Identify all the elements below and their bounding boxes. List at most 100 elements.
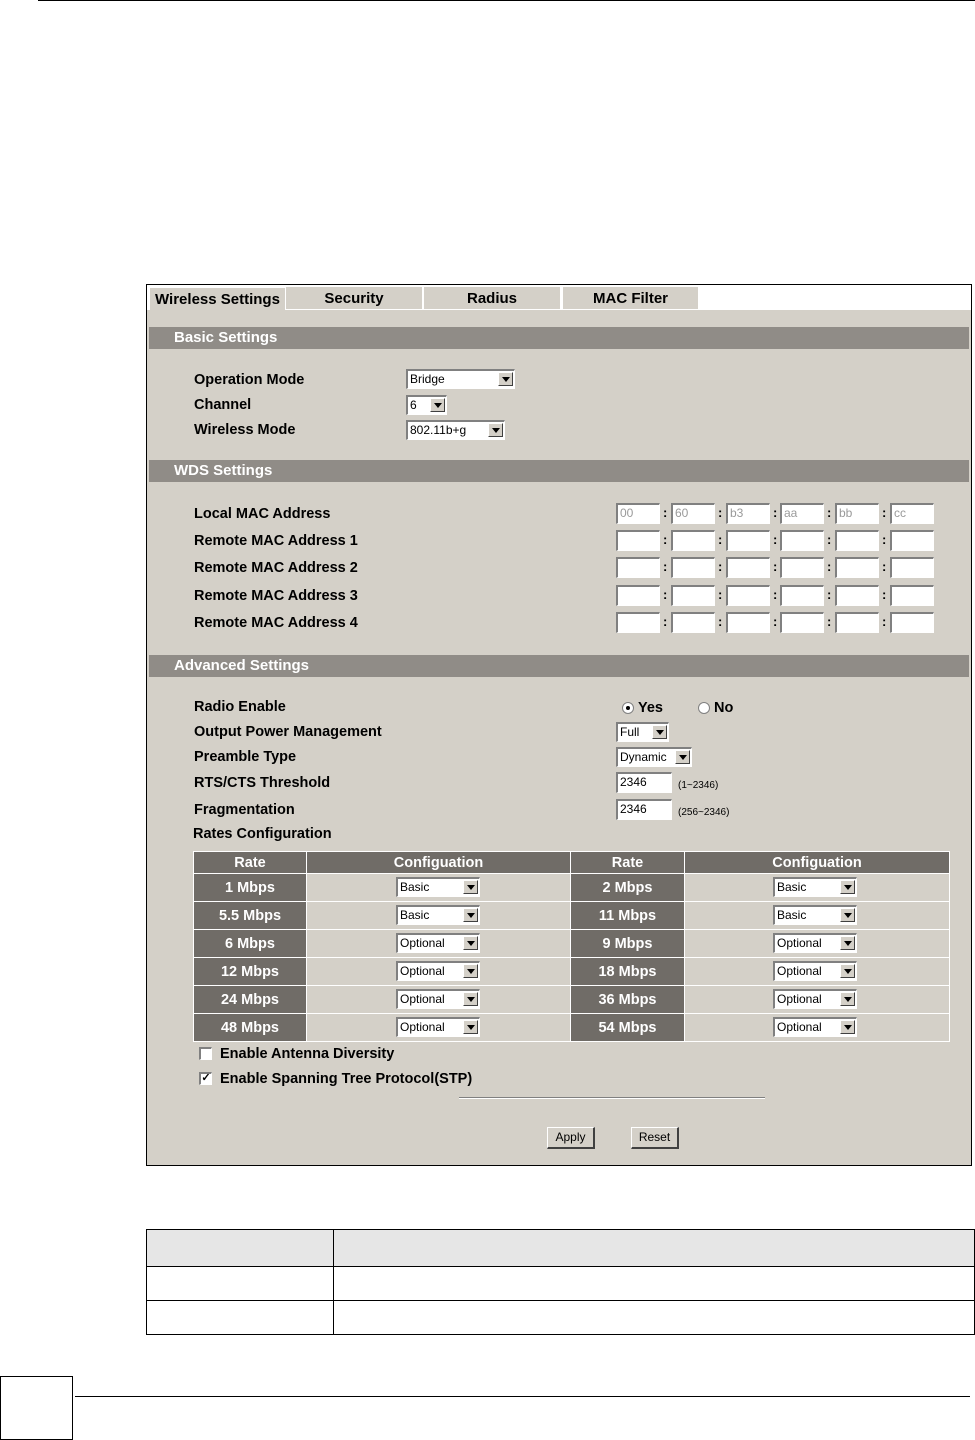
remote-mac-1-octet-field[interactable] [780,530,824,551]
rate-config-select[interactable]: Optional [773,1017,857,1037]
remote-mac-4-octet-field[interactable] [780,612,824,633]
operation-mode-select[interactable]: Bridge [406,369,515,389]
tab-mac-filter[interactable]: MAC Filter [563,287,698,309]
config-cell: Optional [306,957,571,986]
rate-config-select[interactable]: Optional [773,989,857,1009]
radio-yes[interactable] [622,702,634,714]
remote-mac-4-octet-field[interactable] [671,612,715,633]
rate-config-value: Optional [400,992,445,1006]
rate-header: Rate [570,851,685,874]
rates-config-label: Rates Configuration [193,826,332,842]
local-mac-octet-field[interactable]: b3 [726,503,770,524]
rate-config-select[interactable]: Optional [396,961,480,981]
remote-mac-2-octet-field[interactable] [671,557,715,578]
remote-mac-1-octet-field[interactable] [616,530,660,551]
rate-config-select[interactable]: Optional [773,961,857,981]
remote-mac-2-octet-field[interactable] [780,557,824,578]
rate-cell: 9 Mbps [570,929,685,958]
fragmentation-input[interactable]: 2346 [616,799,672,820]
chevron-down-icon [463,992,478,1006]
mac-separator: : [718,532,723,547]
rate-config-value: Optional [777,1020,822,1034]
rate-config-select[interactable]: Basic [773,905,857,925]
radio-no[interactable] [698,702,710,714]
rts-input[interactable]: 2346 [616,772,672,793]
rate-config-select[interactable]: Basic [396,877,480,897]
rate-config-select[interactable]: Optional [396,989,480,1009]
chevron-down-icon [840,964,855,978]
apply-button[interactable]: Apply [547,1127,595,1149]
remote-mac-3-octet-field[interactable] [726,585,770,606]
local-mac-octet-field[interactable]: bb [835,503,879,524]
local-mac-octet-field[interactable]: 00 [616,503,660,524]
local-mac-octet-field[interactable]: aa [780,503,824,524]
remote-mac-4-octet-field[interactable] [890,612,934,633]
stp-checkbox[interactable]: ✓ [199,1072,212,1085]
section-wds-settings: WDS Settings [149,460,969,482]
remote-mac-3-octet-field[interactable] [890,585,934,606]
fragmentation-label: Fragmentation [194,802,295,818]
remote-mac-1-octet-field[interactable] [671,530,715,551]
output-power-label: Output Power Management [194,724,382,740]
rts-hint: (1~2346) [678,780,719,791]
tab-security[interactable]: Security [286,287,422,309]
mac-separator: : [882,532,887,547]
remote-mac-3-octet-field[interactable] [780,585,824,606]
remote-mac-1-octet-field[interactable] [890,530,934,551]
mac-separator: : [773,505,778,520]
mac-separator: : [718,505,723,520]
reset-button[interactable]: Reset [631,1127,679,1149]
rate-config-select[interactable]: Basic [773,877,857,897]
mac-separator: : [882,614,887,629]
chevron-down-icon [463,1020,478,1034]
preamble-select[interactable]: Dynamic [616,747,692,767]
rate-config-select[interactable]: Basic [396,905,480,925]
local-mac-octet-field[interactable]: cc [890,503,934,524]
remote-mac-3-octet-field[interactable] [671,585,715,606]
page-footer-rule [75,1396,970,1397]
remote-mac-3-octet-field[interactable] [616,585,660,606]
remote-mac-1-octet-field[interactable] [726,530,770,551]
rate-config-value: Basic [400,880,430,894]
rates-row: 12 Mbps Optional 18 Mbps Optional [193,957,950,986]
remote-mac-1-octet-field[interactable] [835,530,879,551]
local-mac-label: Local MAC Address [194,506,331,522]
config-cell: Basic [684,873,950,902]
fragmentation-hint: (256~2346) [678,807,730,818]
page-number-box [0,1376,73,1440]
mac-separator: : [773,587,778,602]
section-advanced-settings: Advanced Settings [149,655,969,677]
mac-separator: : [882,587,887,602]
rate-cell: 12 Mbps [193,957,307,986]
rate-config-select[interactable]: Optional [773,933,857,953]
chevron-down-icon [430,398,445,412]
chevron-down-icon [840,1020,855,1034]
rate-config-select[interactable]: Optional [396,933,480,953]
local-mac-octet-field[interactable]: 60 [671,503,715,524]
rate-config-select[interactable]: Optional [396,1017,480,1037]
tab-radius[interactable]: Radius [424,287,560,309]
remote-mac-2-octet-field[interactable] [726,557,770,578]
remote-mac-2-octet-field[interactable] [835,557,879,578]
output-power-value: Full [620,725,640,739]
chevron-down-icon [840,936,855,950]
remote-mac-2-octet-field[interactable] [890,557,934,578]
chevron-down-icon [675,750,690,764]
antenna-diversity-checkbox[interactable] [199,1047,212,1060]
mac-separator: : [663,587,668,602]
mac-separator: : [827,614,832,629]
remote-mac-4-octet-field[interactable] [835,612,879,633]
rate-config-value: Optional [777,936,822,950]
rate-cell: 1 Mbps [193,873,307,902]
preamble-label: Preamble Type [194,749,297,765]
remote-mac-4-octet-field[interactable] [616,612,660,633]
remote-mac-2-octet-field[interactable] [616,557,660,578]
remote-mac-3-octet-field[interactable] [835,585,879,606]
wireless-mode-select[interactable]: 802.11b+g [406,420,505,440]
rates-row: 1 Mbps Basic 2 Mbps Basic [193,873,950,902]
tab-wireless-settings[interactable]: Wireless Settings [149,287,285,310]
channel-select[interactable]: 6 [406,395,447,415]
remote-mac-4-octet-field[interactable] [726,612,770,633]
rate-config-value: Optional [400,936,445,950]
output-power-select[interactable]: Full [616,722,669,742]
